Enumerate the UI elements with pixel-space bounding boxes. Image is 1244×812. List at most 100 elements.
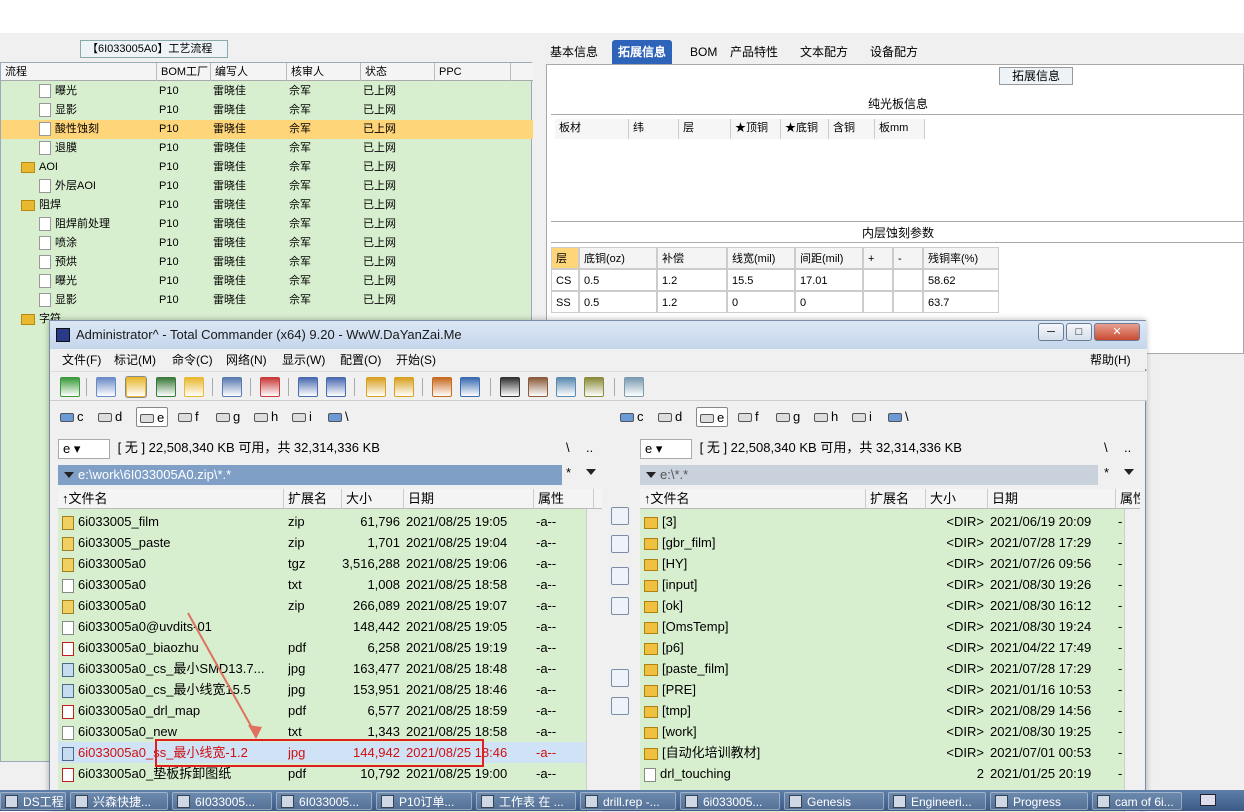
column-header[interactable]: 大小: [342, 489, 404, 509]
left-root-button[interactable]: \: [566, 437, 570, 459]
drive-button-g[interactable]: g: [776, 407, 800, 427]
grid-row[interactable]: 曝光 P10 雷晓佳 佘军 已上网: [1, 82, 533, 101]
close-button[interactable]: ✕: [1094, 323, 1140, 341]
drive-button-network[interactable]: \: [888, 407, 909, 427]
file-row[interactable]: 6i033005_paste zip 1,701 2021/08/25 19:04 -a…: [58, 532, 602, 553]
column-header[interactable]: 属性: [1116, 489, 1140, 509]
notepad-icon[interactable]: [624, 377, 644, 397]
column-header[interactable]: ↑文件名: [640, 489, 866, 509]
left-path-dropdown-icon[interactable]: [586, 469, 596, 475]
drive-button-network[interactable]: \: [328, 407, 349, 427]
left-up-button[interactable]: ..: [586, 437, 593, 459]
history-dropdown-icon[interactable]: [64, 472, 74, 478]
refresh-icon[interactable]: [60, 377, 80, 397]
file-row[interactable]: [ok] <DIR> 2021/08/30 16:12-: [640, 595, 1140, 616]
file-row[interactable]: [p6] <DIR> 2021/04/22 17:49-: [640, 637, 1140, 658]
right-root-button[interactable]: \: [1104, 437, 1108, 459]
forward-icon[interactable]: [326, 377, 346, 397]
column-header[interactable]: 大小: [926, 489, 988, 509]
table-cell[interactable]: 0: [727, 291, 795, 313]
maximize-button[interactable]: □: [1066, 323, 1092, 341]
table-cell[interactable]: [863, 291, 893, 313]
brief-view-icon[interactable]: [96, 377, 116, 397]
menu-item[interactable]: 标记(M): [114, 351, 156, 368]
edit-icon[interactable]: [611, 535, 629, 553]
move-icon[interactable]: [611, 597, 629, 615]
tab-4[interactable]: 文本配方: [794, 40, 854, 64]
grid-col-header[interactable]: 状态: [361, 63, 435, 81]
file-row[interactable]: 6i033005a0 tgz 3,516,288 2021/08/25 19:06 -a…: [58, 553, 602, 574]
table-cell[interactable]: 15.5: [727, 269, 795, 291]
copy-icon[interactable]: [611, 567, 629, 585]
table-cell[interactable]: 0.5: [579, 291, 657, 313]
file-row[interactable]: 6i033005a0_biaozhu pdf 6,258 2021/08/25 19:…: [58, 637, 602, 658]
minimize-button[interactable]: ─: [1038, 323, 1064, 341]
table-cell[interactable]: 17.01: [795, 269, 863, 291]
tab-0[interactable]: 基本信息: [544, 40, 604, 64]
file-row[interactable]: 6i033005a0_drl_map pdf 6,577 2021/08/25 18:…: [58, 700, 602, 721]
pack-icon[interactable]: [260, 377, 280, 397]
sync-icon[interactable]: [556, 377, 576, 397]
left-path-filter[interactable]: *: [566, 465, 571, 480]
title-bar[interactable]: Administrator^ - Total Commander (x64) 9…: [50, 321, 1147, 349]
drive-button-h[interactable]: h: [254, 407, 278, 427]
right-scrollbar[interactable]: [1124, 509, 1140, 812]
menu-item[interactable]: 配置(O): [340, 351, 381, 368]
file-row[interactable]: 6i033005a0 zip 266,089 2021/08/25 19:07 -a--: [58, 595, 602, 616]
grid-col-header[interactable]: 核审人: [287, 63, 361, 81]
file-row[interactable]: [OmsTemp] <DIR> 2021/08/30 19:24-: [640, 616, 1140, 637]
taskbar-item[interactable]: Progress: [990, 792, 1088, 810]
file-row[interactable]: 6i033005a0_ss_最小线宽-1.2 jpg 144,942 2021/08/…: [58, 742, 602, 763]
grid-row[interactable]: 阻焊 P10 雷晓佳 佘军 已上网: [1, 196, 533, 215]
drive-button-i[interactable]: i: [852, 407, 872, 427]
table-cell[interactable]: 1.2: [657, 269, 727, 291]
taskbar-item[interactable]: 兴森快捷...: [70, 792, 168, 810]
drive-button-e[interactable]: e: [696, 407, 729, 427]
taskbar-item[interactable]: cam of 6i...: [1092, 792, 1182, 810]
taskbar-item[interactable]: drill.rep -...: [580, 792, 676, 810]
view-icon[interactable]: [611, 507, 629, 525]
table-cell[interactable]: [863, 269, 893, 291]
grid-row[interactable]: 曝光 P10 雷晓佳 佘军 已上网: [1, 272, 533, 291]
taskbar-item[interactable]: 工作表 在 ...: [476, 792, 576, 810]
drive-button-d[interactable]: d: [658, 407, 682, 427]
thumbnails-icon[interactable]: [156, 377, 176, 397]
url-icon[interactable]: [460, 377, 480, 397]
file-row[interactable]: [tmp] <DIR> 2021/08/29 14:56-: [640, 700, 1140, 721]
table-cell[interactable]: CS: [551, 269, 579, 291]
file-row[interactable]: 6i033005a0_cs_最小线宽15.5 jpg 153,951 2021/08/…: [58, 679, 602, 700]
column-header[interactable]: 扩展名: [866, 489, 926, 509]
table-cell[interactable]: 0: [795, 291, 863, 313]
drive-button-d[interactable]: d: [98, 407, 122, 427]
file-row[interactable]: [paste_film] <DIR> 2021/07/28 17:29-: [640, 658, 1140, 679]
drive-button-g[interactable]: g: [216, 407, 240, 427]
menu-item[interactable]: 网络(N): [226, 351, 267, 368]
grid-row[interactable]: 预烘 P10 雷晓佳 佘军 已上网: [1, 253, 533, 272]
tab-2[interactable]: BOM: [684, 40, 723, 64]
grid-row[interactable]: 喷涂 P10 雷晓佳 佘军 已上网: [1, 234, 533, 253]
table-cell[interactable]: 58.62: [923, 269, 999, 291]
tree-icon[interactable]: [184, 377, 204, 397]
drive-button-c[interactable]: c: [620, 407, 644, 427]
grid-row[interactable]: 阻焊前处理 P10 雷晓佳 佘军 已上网: [1, 215, 533, 234]
grid-row[interactable]: AOI P10 雷晓佳 佘军 已上网: [1, 158, 533, 177]
drive-button-f[interactable]: f: [738, 407, 759, 427]
drive-button-c[interactable]: c: [60, 407, 84, 427]
table-cell[interactable]: 0.5: [579, 269, 657, 291]
table-cell[interactable]: SS: [551, 291, 579, 313]
file-row[interactable]: [work] <DIR> 2021/08/30 19:25-: [640, 721, 1140, 742]
taskbar-item[interactable]: 6i033005...: [680, 792, 780, 810]
drive-button-i[interactable]: i: [292, 407, 312, 427]
drive-button-h[interactable]: h: [814, 407, 838, 427]
copy-names-icon[interactable]: [584, 377, 604, 397]
drive-button-f[interactable]: f: [178, 407, 199, 427]
unzip-icon[interactable]: [394, 377, 414, 397]
table-cell[interactable]: [893, 269, 923, 291]
column-header[interactable]: 扩展名: [284, 489, 342, 509]
new-folder-icon[interactable]: [611, 697, 629, 715]
back-icon[interactable]: [298, 377, 318, 397]
tab-3[interactable]: 产品特性: [724, 40, 784, 64]
table-cell[interactable]: [893, 291, 923, 313]
grid-row[interactable]: 外层AOI P10 雷晓佳 佘军 已上网: [1, 177, 533, 196]
right-path-filter[interactable]: *: [1104, 465, 1109, 480]
